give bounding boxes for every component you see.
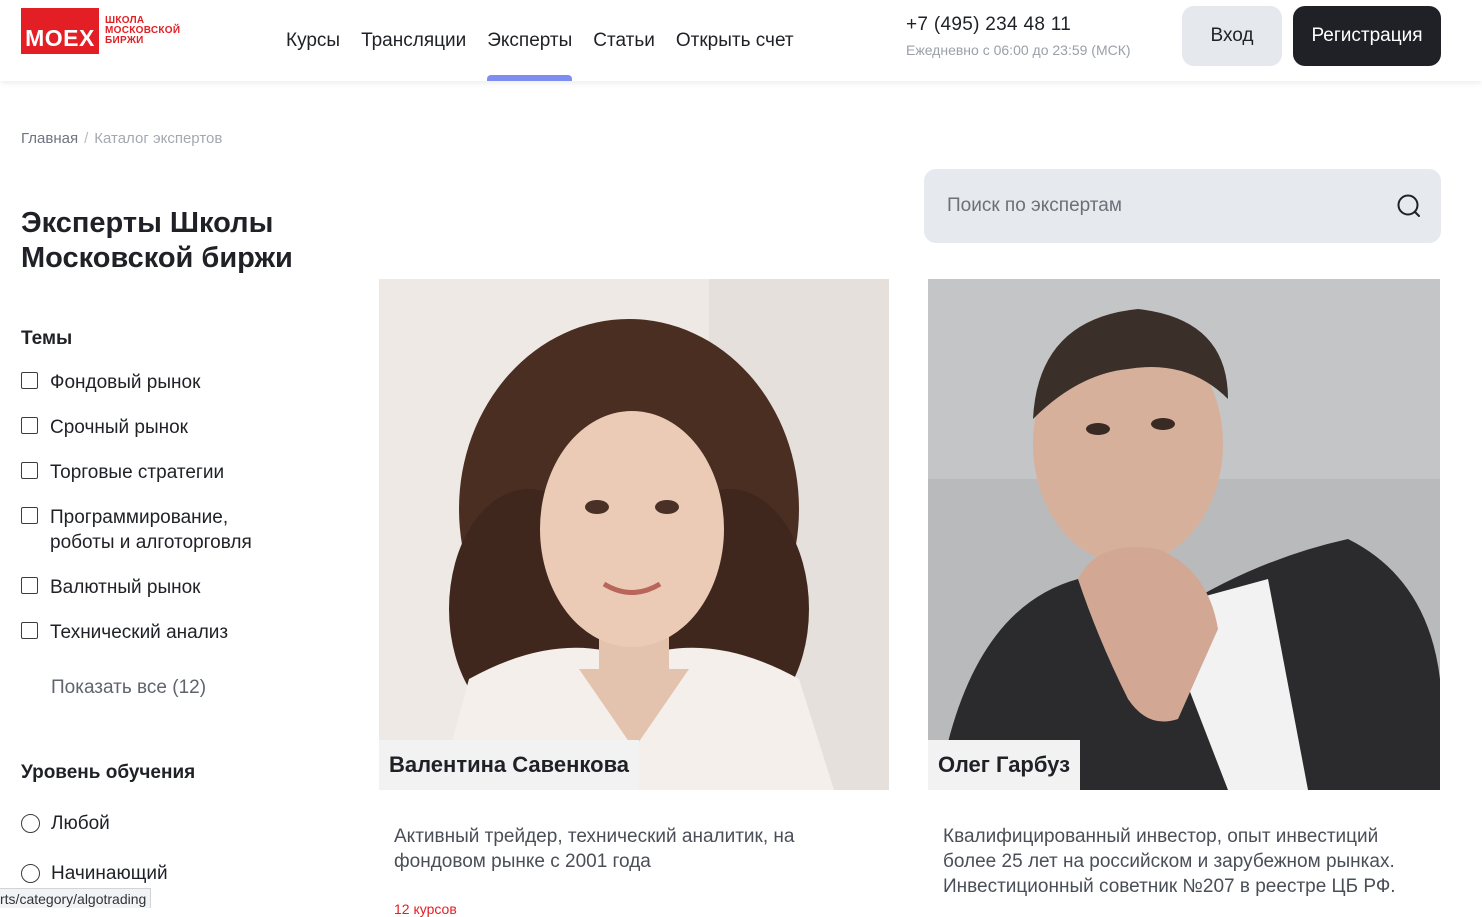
breadcrumb: Главная / Каталог экспертов <box>21 130 222 147</box>
nav-broadcasts[interactable]: Трансляции <box>361 0 466 81</box>
expert-photo[interactable]: Валентина Савенкова <box>379 279 889 790</box>
expert-card[interactable]: Валентина Савенкова Активный трейдер, те… <box>379 279 889 917</box>
expert-description: Квалифицированный инвестор, опыт инвести… <box>943 826 1396 897</box>
checkbox[interactable] <box>21 622 38 639</box>
topic-filter-algotrading[interactable]: Программирование, роботы и алготорговля <box>21 505 281 555</box>
logo-line-3: БИРЖИ <box>105 35 144 46</box>
topic-filter-technical-analysis[interactable]: Технический анализ <box>21 620 228 645</box>
topic-label: Программирование, роботы и алготорговля <box>50 507 252 553</box>
level-heading: Уровень обучения <box>21 762 196 783</box>
breadcrumb-separator: / <box>84 130 89 147</box>
expert-search <box>924 169 1441 243</box>
nav-open-account[interactable]: Открыть счет <box>676 0 794 81</box>
checkbox[interactable] <box>21 577 38 594</box>
expert-name[interactable]: Валентина Савенкова <box>379 740 640 790</box>
status-bar-url: rts/category/algotrading <box>0 888 152 908</box>
nav-articles[interactable]: Статьи <box>593 0 655 81</box>
topic-filter-stock-market[interactable]: Фондовый рынок <box>21 370 200 395</box>
moex-logo[interactable]: MOEX ШКОЛА МОСКОВСКОЙ БИРЖИ <box>21 8 180 54</box>
topics-heading: Темы <box>21 328 73 349</box>
search-input[interactable] <box>945 194 1369 218</box>
topic-label: Срочный рынок <box>50 417 188 438</box>
logo-wordmark: MOEX <box>21 8 99 54</box>
phone-number[interactable]: +7 (495) 234 48 11 <box>906 14 1131 36</box>
topic-label: Технический анализ <box>50 622 229 643</box>
nav-experts[interactable]: Эксперты <box>487 0 573 81</box>
topic-filter-derivatives[interactable]: Срочный рынок <box>21 415 188 440</box>
radio-button[interactable] <box>21 864 40 883</box>
topic-label: Валютный рынок <box>50 577 201 598</box>
checkbox[interactable] <box>21 417 38 434</box>
logo-caption: ШКОЛА МОСКОВСКОЙ БИРЖИ <box>105 16 180 46</box>
working-hours: Ежедневно с 06:00 до 23:59 (МСК) <box>906 42 1131 58</box>
expert-portrait-illustration <box>379 279 889 790</box>
expert-photo[interactable]: Олег Гарбуз <box>928 279 1440 790</box>
level-filter-any[interactable]: Любой <box>21 811 110 836</box>
breadcrumb-current: Каталог экспертов <box>94 130 223 147</box>
expert-description: Активный трейдер, технический аналитик, … <box>394 826 795 872</box>
radio-button[interactable] <box>21 814 40 833</box>
expert-portrait-illustration <box>928 279 1440 790</box>
main-nav: Курсы Трансляции Эксперты Статьи Открыть… <box>286 0 815 81</box>
login-button[interactable]: Вход <box>1182 6 1282 66</box>
topic-label: Торговые стратегии <box>50 462 225 483</box>
site-header: MOEX ШКОЛА МОСКОВСКОЙ БИРЖИ Курсы Трансл… <box>0 0 1482 81</box>
contact-block: +7 (495) 234 48 11 Ежедневно с 06:00 до … <box>906 14 1131 58</box>
breadcrumb-home[interactable]: Главная <box>21 130 78 147</box>
level-label: Любой <box>51 813 110 834</box>
show-all-topics-link[interactable]: Показать все (12) <box>51 677 206 699</box>
level-filter-beginner[interactable]: Начинающий <box>21 861 168 886</box>
checkbox[interactable] <box>21 372 38 389</box>
expert-course-count[interactable]: 12 курсов <box>394 901 457 917</box>
expert-card[interactable]: Олег Гарбуз Квалифицированный инвестор, … <box>928 279 1440 899</box>
page-title: Эксперты Школы Московской биржи <box>21 207 293 274</box>
search-icon[interactable] <box>1397 194 1421 218</box>
topic-filter-forex[interactable]: Валютный рынок <box>21 575 201 600</box>
expert-name[interactable]: Олег Гарбуз <box>928 740 1081 790</box>
topic-filter-strategies[interactable]: Торговые стратегии <box>21 460 224 485</box>
register-button[interactable]: Регистрация <box>1293 6 1441 66</box>
topic-label: Фондовый рынок <box>50 372 201 393</box>
nav-courses[interactable]: Курсы <box>286 0 340 81</box>
checkbox[interactable] <box>21 507 38 524</box>
level-label: Начинающий <box>51 863 168 884</box>
checkbox[interactable] <box>21 462 38 479</box>
